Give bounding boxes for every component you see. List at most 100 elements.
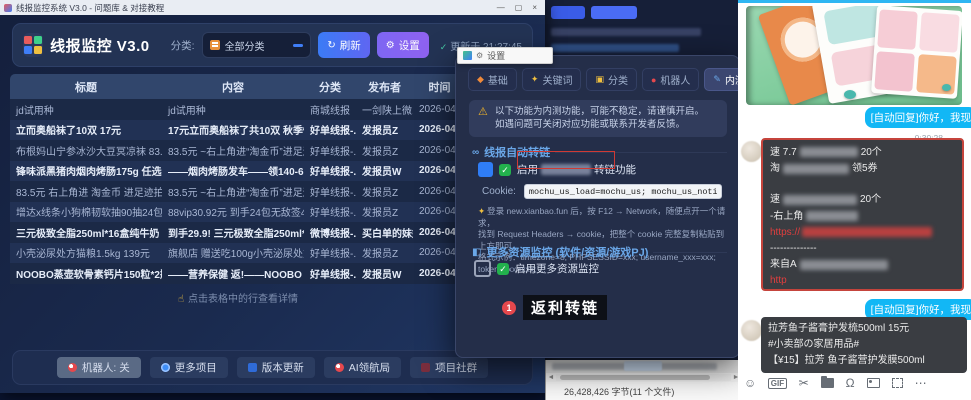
- project-community-button[interactable]: 项目社群: [410, 357, 488, 378]
- image-icon[interactable]: [867, 378, 880, 388]
- table-row[interactable]: 增达x线条小狗棉韧软抽90抽24包 ...88vip30.92元 到手24包无敌…: [10, 202, 466, 223]
- more-icon[interactable]: ⋯: [915, 376, 927, 390]
- file-manager-toolbar: [546, 360, 741, 373]
- pencil-icon: ✎: [713, 74, 721, 85]
- pointer-icon: ☝: [178, 294, 184, 305]
- checkbox-checked[interactable]: ✓: [497, 263, 509, 275]
- close-button[interactable]: ×: [532, 0, 537, 15]
- chat-message-annotated: 速 7.720个 淘领5券 速20个 -右上角 https:// -------…: [761, 138, 964, 291]
- auto-reply-bubble: [自动回复]你好，我现: [865, 107, 971, 128]
- tab-robot[interactable]: ●机器人: [642, 68, 699, 91]
- ai-bureau-button[interactable]: AI领航局: [324, 357, 401, 378]
- more-projects-button[interactable]: 更多项目: [150, 357, 228, 378]
- table-row[interactable]: 三元极致全脂250ml*16盒纯牛奶 29....到手29.9! 三元极致全脂2…: [10, 222, 466, 243]
- background-button[interactable]: [591, 6, 637, 19]
- key-icon: ✦: [531, 74, 539, 85]
- annotation-callout: 1 返利转链: [502, 295, 607, 320]
- category-selected-value: 全部分类: [225, 38, 289, 53]
- cookie-row: Cookie:: [482, 184, 722, 199]
- thumbnail-icon: [463, 51, 472, 60]
- screenshot-scissors-icon[interactable]: ✂: [799, 376, 809, 390]
- refresh-button[interactable]: ↻ 刷新: [318, 32, 369, 58]
- table-row[interactable]: 布根妈山宁参冰沙大豆冥凉袜 83.5元83.5元 ~右上角进“淘金币”进足迹..…: [10, 140, 466, 161]
- robot-icon: [68, 363, 77, 372]
- robot-icon: [335, 363, 344, 372]
- table-row[interactable]: 锋味派黑猪肉烟肉烤肠175g 任选5件...——烟肉烤肠发车——领140-60补…: [10, 161, 466, 182]
- minimize-button[interactable]: —: [497, 0, 505, 15]
- scrollbar-track[interactable]: [556, 374, 731, 381]
- background-button[interactable]: [551, 6, 585, 19]
- refresh-icon: ↻: [327, 40, 335, 51]
- cookie-label: Cookie:: [482, 186, 516, 197]
- annotation-rectangle: [517, 151, 615, 169]
- window-icon: [4, 4, 12, 12]
- table-row[interactable]: 小壳泌尿处方猫粮1.5kg 139元旗舰店 赠送吃100g小壳泌尿处方猫粮...…: [10, 243, 466, 264]
- table-row[interactable]: NOOBO蒸壶软骨素钙片150粒*2瓶3...——营养保健 返!——NOOBO …: [10, 263, 466, 284]
- flame-icon: ◆: [477, 74, 484, 85]
- gif-icon[interactable]: GIF: [768, 378, 786, 389]
- blurred-text: [806, 211, 858, 221]
- version-update-button[interactable]: 版本更新: [237, 357, 315, 378]
- status-bar-text: 26,428,426 字节(11 个文件): [546, 382, 741, 400]
- scroll-left-arrow[interactable]: ◄: [546, 374, 556, 381]
- screen-capture-icon[interactable]: [892, 378, 903, 388]
- blurred-text: [800, 260, 888, 270]
- warning-text-line1: 以下功能为内测功能，可能不稳定，请谨慎开启。: [495, 105, 719, 118]
- select-indicator-icon: [293, 44, 303, 47]
- file-manager-fragment: ◄ ► 26,428,426 字节(11 个文件): [545, 360, 740, 400]
- warning-text-line2: 如遇问题可关闭对应功能或联系开发者反馈。: [495, 118, 719, 131]
- blurred-text: [800, 147, 858, 157]
- blurred-link: [802, 227, 932, 237]
- globe-icon: [161, 363, 170, 372]
- checkbox-checked[interactable]: ✓: [499, 164, 511, 176]
- robot-toggle-button[interactable]: 机器人: 关: [57, 357, 141, 378]
- avatar[interactable]: [741, 141, 762, 162]
- people-icon: [421, 363, 430, 372]
- tab-categories[interactable]: ▣分类: [586, 68, 637, 91]
- table-row[interactable]: jd试用种jd试用种商城线报一剑陕上微...2026-04-22 21:2: [10, 99, 466, 120]
- warning-icon: ⚠: [478, 106, 488, 119]
- dialog-tabs: ◆基础 ✦关键词 ▣分类 ●机器人 ✎内测: [468, 68, 754, 91]
- blurred-text: [551, 28, 701, 36]
- tab-keywords[interactable]: ✦关键词: [522, 68, 582, 91]
- table-row[interactable]: 立而奥船袜了10双 17元17元立而奥船袜了共10双 秋季恬后石...好单线报-…: [10, 120, 466, 141]
- chat-toolbar: ☺ GIF ✂ Ω ⋯: [744, 376, 927, 390]
- maximize-button[interactable]: ▢: [515, 0, 523, 15]
- headset-icon[interactable]: Ω: [846, 376, 855, 390]
- horizontal-scrollbar[interactable]: ◄ ►: [546, 373, 741, 382]
- settings-tooltip: ⚙ 设置: [457, 47, 553, 64]
- col-header-publisher: 发布者: [356, 74, 413, 99]
- window-titlebar[interactable]: 线报监控系统 V3.0 - 问题库 & 对接教程 — ▢ ×: [0, 0, 545, 15]
- table-header-row: 标题 内容 分类 发布者 时间: [10, 74, 466, 99]
- cookie-input[interactable]: [524, 184, 722, 199]
- settings-button[interactable]: ⚙ 设置: [377, 32, 429, 58]
- puzzle-icon: ◧: [472, 247, 481, 258]
- robot-icon: ●: [651, 75, 656, 85]
- product-image: [746, 6, 962, 105]
- deals-table: 标题 内容 分类 发布者 时间 jd试用种jd试用种商城线报一剑陕上微...20…: [10, 74, 466, 284]
- category-select[interactable]: 全部分类: [202, 32, 312, 58]
- link-text[interactable]: https://: [770, 227, 800, 238]
- blurred-text: [783, 195, 857, 205]
- more-resources-toggle-row[interactable]: ✓ 启用更多资源监控: [474, 260, 599, 277]
- app-title: 线报监控 V3.0: [50, 35, 150, 56]
- window-title: 线报监控系统 V3.0 - 问题库 & 对接教程: [16, 2, 497, 14]
- tab-basic[interactable]: ◆基础: [468, 68, 517, 91]
- footer-toolbar: 机器人: 关 更多项目 版本更新 AI领航局 项目社群: [12, 350, 533, 385]
- avatar[interactable]: [741, 320, 762, 341]
- category-label: 分类:: [171, 38, 195, 53]
- checkbox-unchecked[interactable]: [474, 260, 491, 277]
- screenshot-canvas: ◄ ► 26,428,426 字节(11 个文件) 线报监控系统 V3.0 - …: [0, 0, 971, 400]
- category-list-icon: [210, 40, 220, 50]
- toggle-label: 启用更多资源监控: [515, 261, 599, 276]
- scrollbar-thumb[interactable]: [560, 375, 710, 380]
- col-header-category: 分类: [304, 74, 356, 99]
- link-icon: ∞: [472, 147, 479, 158]
- table-row[interactable]: 83.5元 右上角进 淘金币 进足迹拍 有...83.5元 ~右上角进“淘金币”…: [10, 181, 466, 202]
- beta-warning-box: ⚠ 以下功能为内测功能，可能不稳定，请谨慎开启。 如遇问题可关闭对应功能或联系开…: [469, 100, 727, 137]
- gear-icon: ⚙: [386, 40, 395, 51]
- col-header-content: 内容: [162, 74, 304, 99]
- emoji-icon[interactable]: ☺: [744, 376, 756, 390]
- annotation-badge: 1: [502, 301, 516, 315]
- file-folder-icon[interactable]: [821, 378, 834, 388]
